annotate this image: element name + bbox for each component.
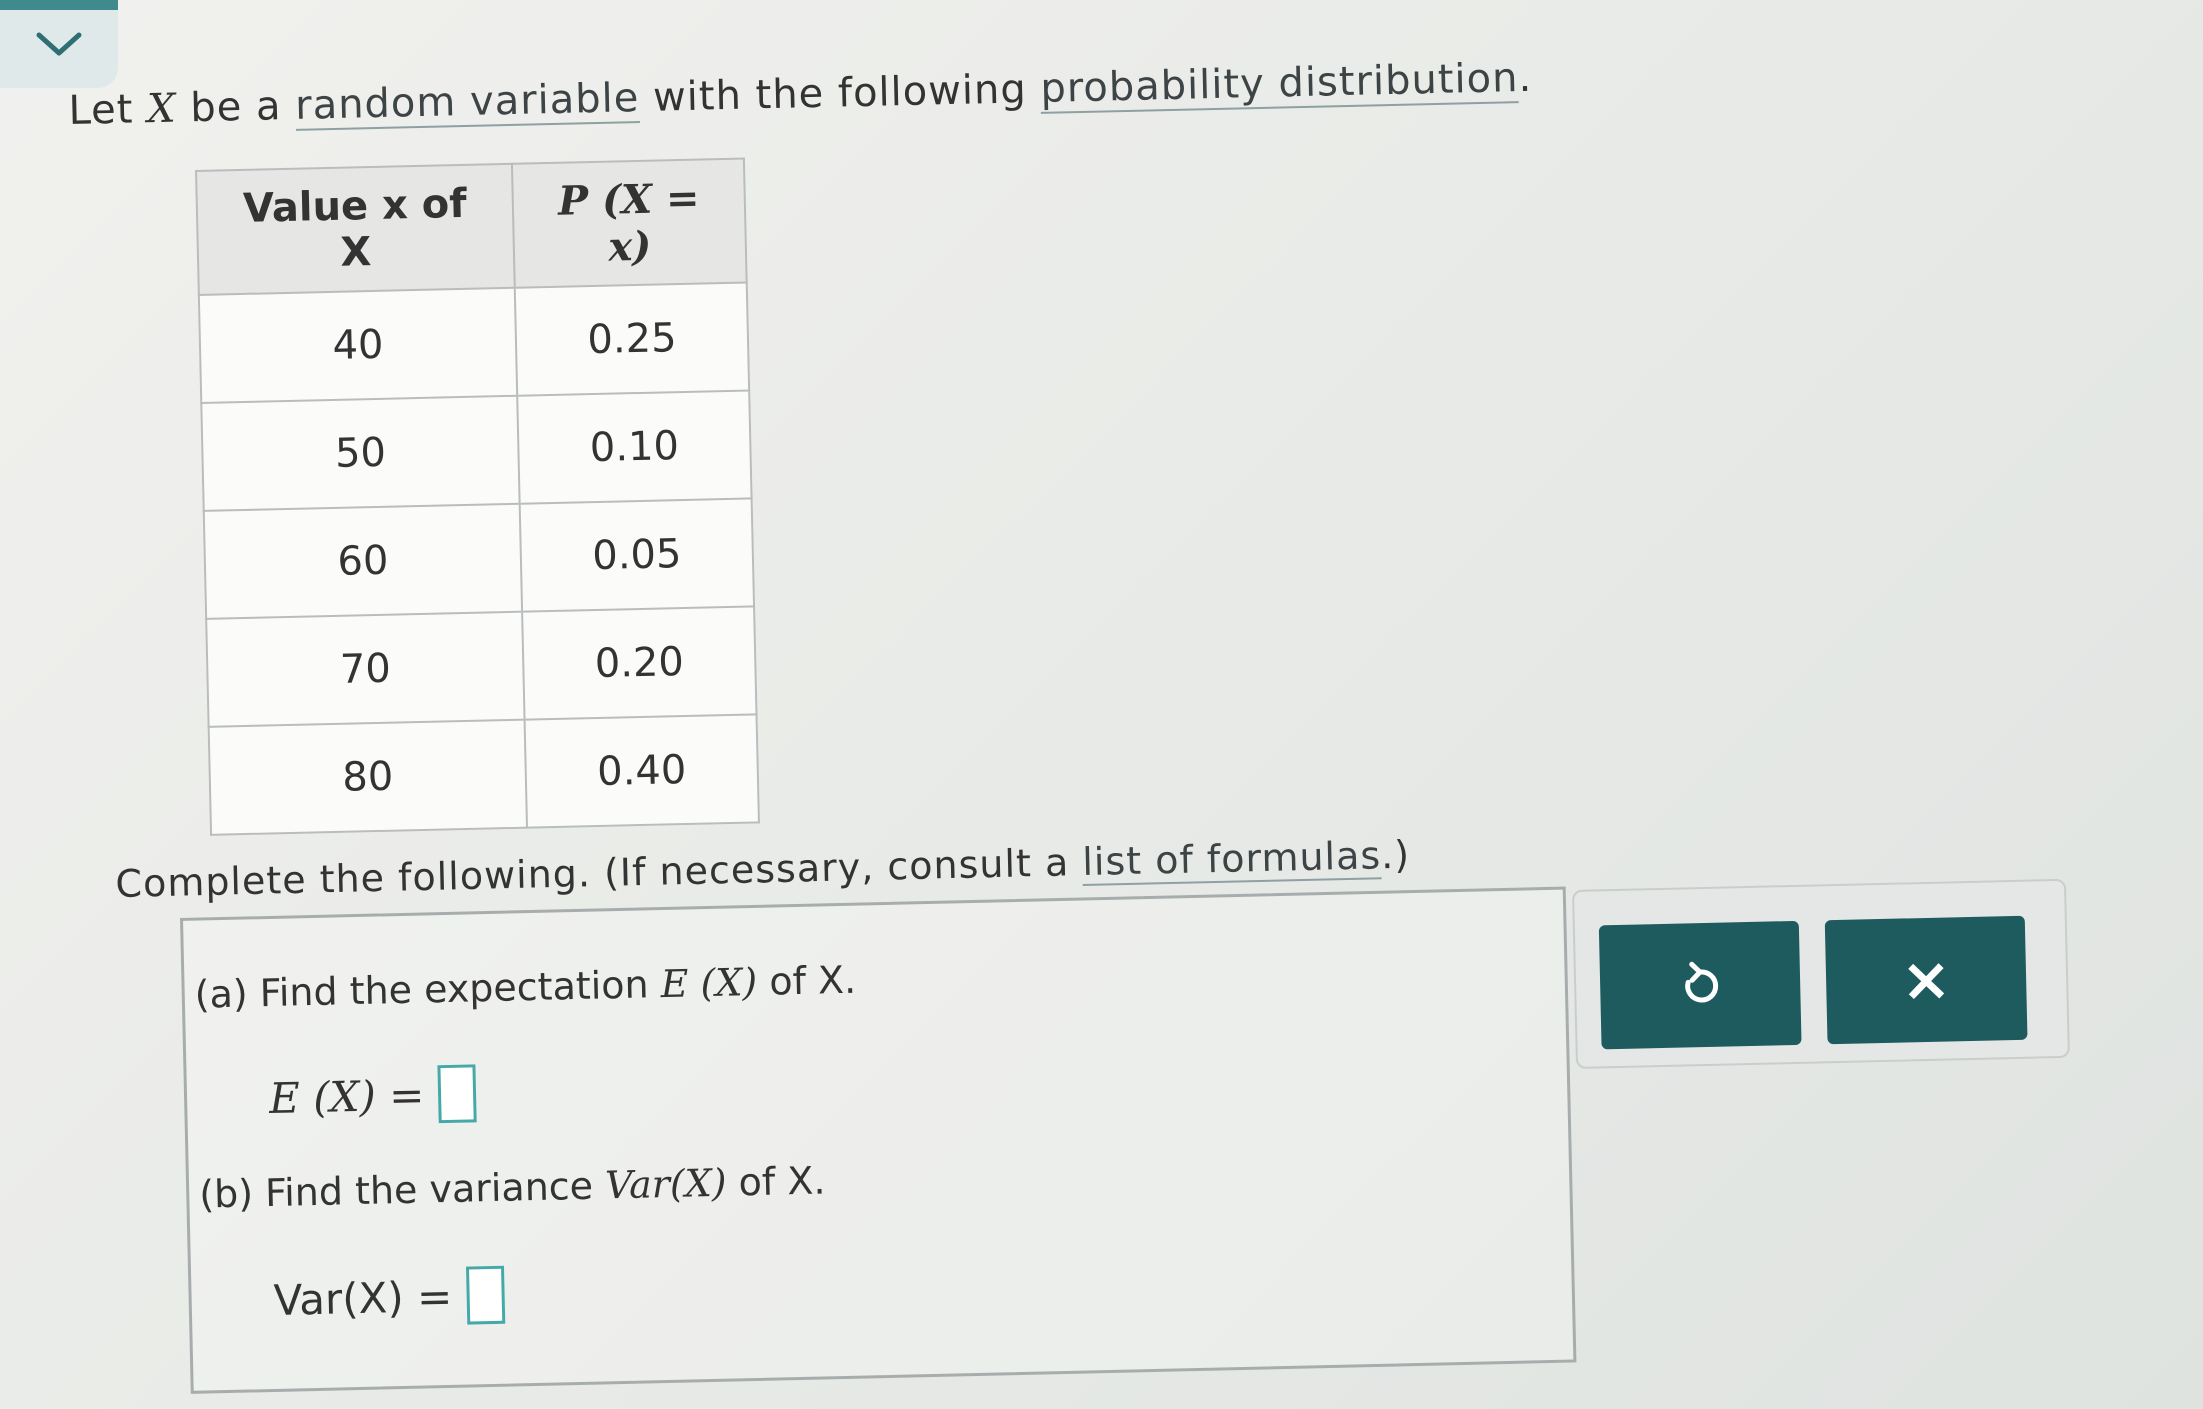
close-icon: × — [1900, 944, 1953, 1016]
undo-button[interactable] — [1598, 920, 1802, 1050]
probability-cell: 0.40 — [524, 714, 759, 828]
table-row: 40 0.25 — [198, 282, 750, 403]
value-cell: 60 — [203, 503, 523, 619]
intro-variable: X — [146, 85, 178, 133]
distribution-table: Value x of X P (X = x) 40 0.25 50 0.10 6… — [195, 157, 760, 836]
probability-cell: 0.25 — [514, 282, 750, 396]
question-b-expression: Var(X) — [604, 1160, 728, 1208]
value-cell: 70 — [206, 611, 525, 727]
intro-period: . — [1517, 54, 1533, 102]
instructions-end: .) — [1380, 832, 1411, 878]
action-panel: × — [1572, 878, 2070, 1069]
clear-button[interactable]: × — [1824, 915, 2028, 1045]
answer-box: (a) Find the expectation E (X) of X. E (… — [180, 886, 1577, 1394]
expectation-equation: E (X) = — [268, 1064, 477, 1127]
variance-equation: Var(X) = — [273, 1265, 505, 1329]
variance-input[interactable] — [465, 1265, 505, 1325]
expectation-input[interactable] — [437, 1064, 477, 1124]
problem-intro: Let X be a random variable with the foll… — [68, 55, 1533, 134]
intro-prefix: Let — [68, 86, 134, 134]
value-cell: 40 — [198, 287, 518, 403]
table-row: 50 0.10 — [201, 390, 752, 511]
expectation-label: E (X) = — [268, 1070, 425, 1123]
probability-cell: 0.20 — [522, 606, 757, 720]
table-row: 70 0.20 — [206, 606, 757, 727]
intro-middle: be a — [189, 83, 283, 132]
question-a: (a) Find the expectation E (X) of X. — [194, 958, 856, 1017]
random-variable-link[interactable]: random variable — [294, 75, 640, 131]
table-row: 80 0.40 — [208, 714, 759, 835]
value-column-header: Value x of X — [196, 163, 515, 295]
undo-icon — [1685, 961, 1719, 1003]
probability-column-header: P (X = x) — [511, 158, 747, 288]
value-cell: 50 — [201, 395, 520, 511]
intro-with: with the following — [652, 66, 1028, 121]
question-b: (b) Find the variance Var(X) of X. — [199, 1158, 826, 1216]
instructions-text: Complete the following. (If necessary, c… — [115, 840, 1070, 906]
table-header-row: Value x of X P (X = x) — [196, 158, 747, 295]
question-b-suffix: of X. — [738, 1158, 826, 1205]
question-a-text: (a) Find the expectation — [194, 962, 650, 1017]
list-of-formulas-link[interactable]: list of formulas — [1081, 833, 1382, 887]
question-a-expression: E (X) — [660, 959, 758, 1007]
probability-cell: 0.05 — [519, 498, 755, 612]
question-b-text: (b) Find the variance — [198, 1163, 594, 1217]
chevron-down-icon — [36, 32, 82, 56]
variance-label: Var(X) = — [273, 1271, 453, 1325]
table-row: 60 0.05 — [203, 498, 755, 619]
value-cell: 80 — [208, 719, 528, 835]
probability-cell: 0.10 — [517, 390, 752, 504]
question-a-suffix: of X. — [768, 957, 857, 1004]
collapse-toggle[interactable] — [0, 0, 118, 88]
probability-distribution-link[interactable]: probability distribution — [1039, 55, 1519, 114]
